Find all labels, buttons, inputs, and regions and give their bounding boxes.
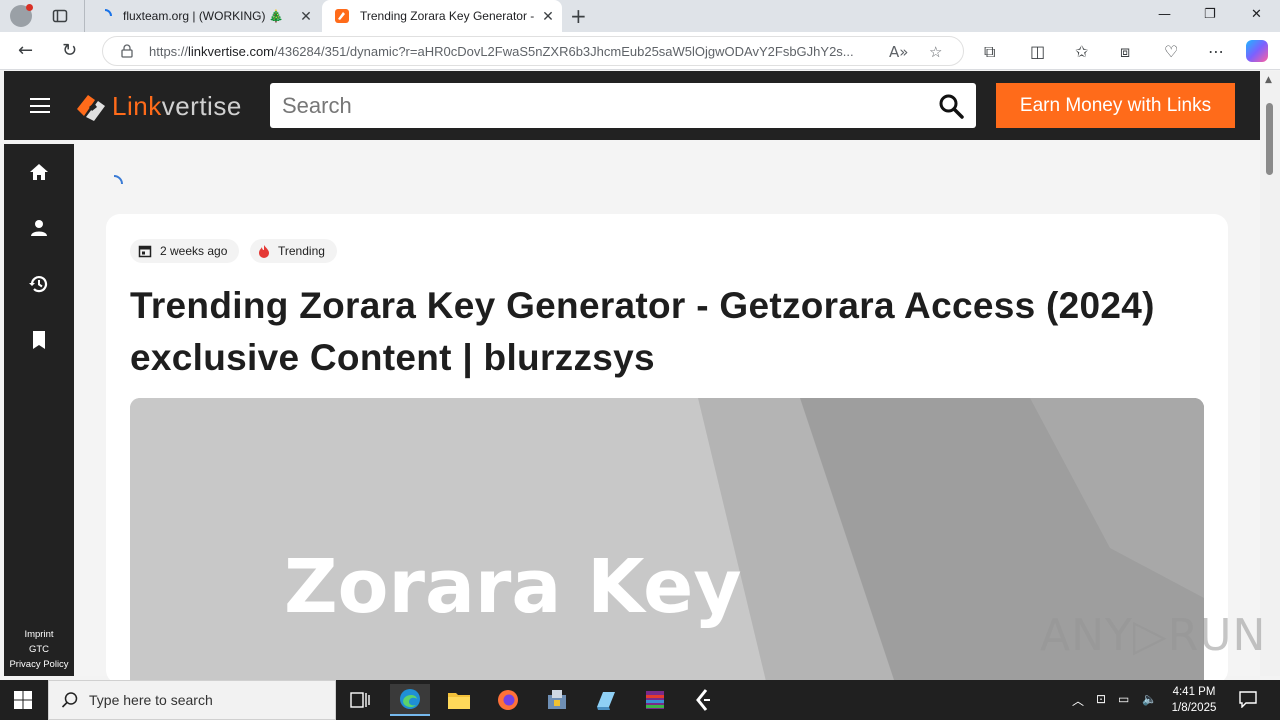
notifications-icon[interactable]: [1238, 690, 1258, 708]
notepad-icon[interactable]: [586, 684, 626, 716]
calendar-icon: [138, 245, 152, 258]
article-tag: Trending: [278, 244, 325, 258]
device-tray-icon[interactable]: ⊡: [1096, 692, 1106, 706]
taskbar-search-box: [48, 680, 336, 720]
tab-actions-icon[interactable]: [52, 8, 68, 24]
earn-money-button[interactable]: Earn Money with Links: [996, 83, 1235, 128]
user-icon[interactable]: [28, 217, 50, 239]
file-explorer-icon[interactable]: [439, 684, 479, 716]
windows-taskbar: ︿ ⊡ ▭ 🔈 4:41 PM 1/8/2025: [0, 680, 1280, 720]
favorites-icon[interactable]: ✩: [1075, 42, 1088, 61]
read-aloud-icon[interactable]: A»: [889, 43, 908, 61]
browser-tab-fluxteam[interactable]: fluxteam.org | (WORKING) 🎄 ✕: [84, 0, 320, 32]
extensions-icon[interactable]: ⧉: [984, 42, 995, 62]
scroll-up-icon[interactable]: ▲: [1265, 75, 1272, 85]
hero-title-text: Zorara Key: [284, 544, 742, 630]
site-header: Linkvertise Earn Money with Links: [4, 71, 1260, 140]
date-chip: 2 weeks ago: [130, 239, 240, 263]
show-hidden-icons-icon[interactable]: ︿: [1072, 692, 1084, 709]
taskbar-clock[interactable]: 4:41 PM 1/8/2025: [1160, 684, 1228, 716]
task-view-icon[interactable]: [340, 684, 380, 716]
winrar-icon[interactable]: [635, 684, 675, 716]
collections-icon[interactable]: ⧈: [1120, 42, 1130, 62]
flame-icon: [259, 245, 269, 258]
gtc-link[interactable]: GTC: [4, 642, 74, 657]
browser-tab-strip: fluxteam.org | (WORKING) 🎄 ✕ Trending Zo…: [0, 0, 1280, 32]
linkvertise-logo-icon[interactable]: [74, 89, 108, 123]
split-screen-icon[interactable]: ◫: [1030, 42, 1045, 61]
article-date: 2 weeks ago: [160, 244, 228, 258]
clock-time: 4:41 PM: [1172, 686, 1216, 698]
imprint-link[interactable]: Imprint: [4, 627, 74, 642]
favorite-star-icon[interactable]: ☆: [929, 43, 942, 61]
terminal-app-icon[interactable]: [684, 684, 724, 716]
clock-date: 1/8/2025: [1171, 702, 1217, 714]
sidebar-footer: Imprint GTC Privacy Policy: [4, 627, 74, 672]
site-search-input[interactable]: [270, 83, 910, 128]
profile-avatar[interactable]: [10, 4, 33, 27]
firefox-icon[interactable]: [488, 684, 528, 716]
tab-title: Trending Zorara Key Generator - G: [360, 9, 534, 23]
windows-start-icon[interactable]: [14, 691, 32, 709]
taskbar-search-input[interactable]: [89, 681, 329, 719]
edge-taskbar-icon[interactable]: [390, 684, 430, 716]
copilot-icon[interactable]: [1246, 40, 1268, 62]
loading-spinner-icon: [113, 175, 123, 185]
network-icon[interactable]: ▭: [1118, 692, 1129, 706]
lock-icon[interactable]: [121, 44, 133, 58]
close-tab-icon[interactable]: ✕: [292, 8, 320, 25]
search-icon[interactable]: [938, 93, 964, 119]
home-icon[interactable]: [28, 161, 50, 183]
url-text[interactable]: https://linkvertise.com/436284/351/dynam…: [149, 44, 879, 59]
article-title: Trending Zorara Key Generator - Getzorar…: [130, 285, 1155, 378]
browser-essentials-icon[interactable]: ♡: [1164, 42, 1178, 61]
search-icon: [61, 692, 78, 708]
close-tab-icon[interactable]: ✕: [534, 8, 562, 25]
installer-app-icon[interactable]: [537, 684, 577, 716]
address-bar[interactable]: https://linkvertise.com/436284/351/dynam…: [102, 36, 964, 66]
minimize-icon[interactable]: —: [1158, 7, 1171, 22]
site-logo-text[interactable]: Linkvertise: [112, 91, 242, 122]
volume-icon[interactable]: 🔈: [1142, 692, 1157, 706]
menu-icon[interactable]: [30, 98, 50, 113]
site-search-box: [270, 83, 976, 128]
reload-icon[interactable]: ↻: [62, 40, 77, 61]
back-icon[interactable]: ←: [18, 40, 33, 61]
browser-tab-linkvertise[interactable]: Trending Zorara Key Generator - G ✕: [322, 0, 562, 32]
trending-chip[interactable]: Trending: [250, 239, 337, 263]
browser-toolbar: ← ↻ https://linkvertise.com/436284/351/d…: [0, 32, 1280, 70]
loading-spinner-icon: [104, 9, 112, 17]
new-tab-icon[interactable]: +: [570, 4, 587, 28]
bookmark-icon[interactable]: [28, 329, 50, 351]
tab-title: fluxteam.org | (WORKING) 🎄: [123, 9, 284, 23]
close-window-icon[interactable]: ✕: [1251, 7, 1262, 22]
history-icon[interactable]: [28, 273, 50, 295]
restore-icon[interactable]: ❐: [1204, 7, 1216, 22]
scroll-thumb[interactable]: [1266, 103, 1273, 175]
anyrun-watermark: ANY▷RUN: [1040, 610, 1267, 661]
more-menu-icon[interactable]: ⋯: [1208, 42, 1224, 61]
linkvertise-favicon-icon: [335, 9, 349, 23]
privacy-policy-link[interactable]: Privacy Policy: [4, 657, 74, 672]
page-scrollbar[interactable]: ▲: [1260, 71, 1280, 676]
sidebar: Imprint GTC Privacy Policy: [4, 144, 74, 676]
